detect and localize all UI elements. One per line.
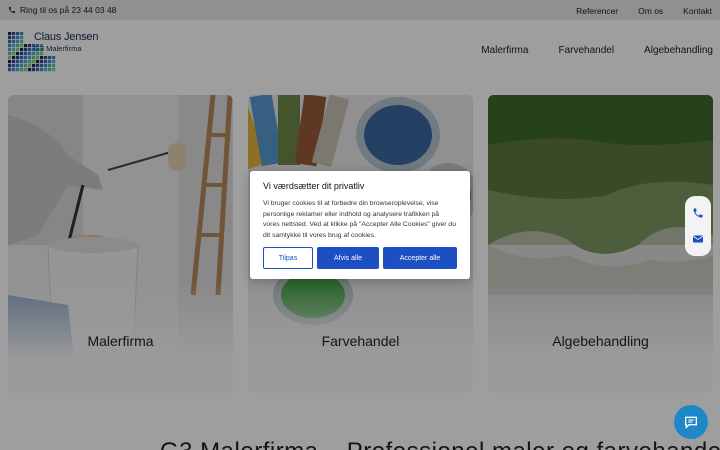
cookie-buttons: Tilpas Afvis alle Accepter alle	[263, 247, 457, 269]
cookie-body: Vi bruger cookies til at forbedre din br…	[263, 200, 456, 239]
chat-button[interactable]	[674, 405, 708, 439]
accept-all-button[interactable]: Accepter alle	[383, 247, 457, 269]
customize-button[interactable]: Tilpas	[263, 247, 313, 269]
side-contact-buttons	[685, 196, 711, 256]
phone-icon[interactable]	[692, 207, 704, 219]
chat-icon	[685, 416, 697, 429]
mail-icon[interactable]	[692, 233, 704, 245]
cookie-consent-dialog: Vi værdsætter dit privatliv Vi bruger co…	[250, 171, 470, 279]
cookie-title: Vi værdsætter dit privatliv	[263, 181, 365, 191]
reject-all-button[interactable]: Afvis alle	[317, 247, 379, 269]
